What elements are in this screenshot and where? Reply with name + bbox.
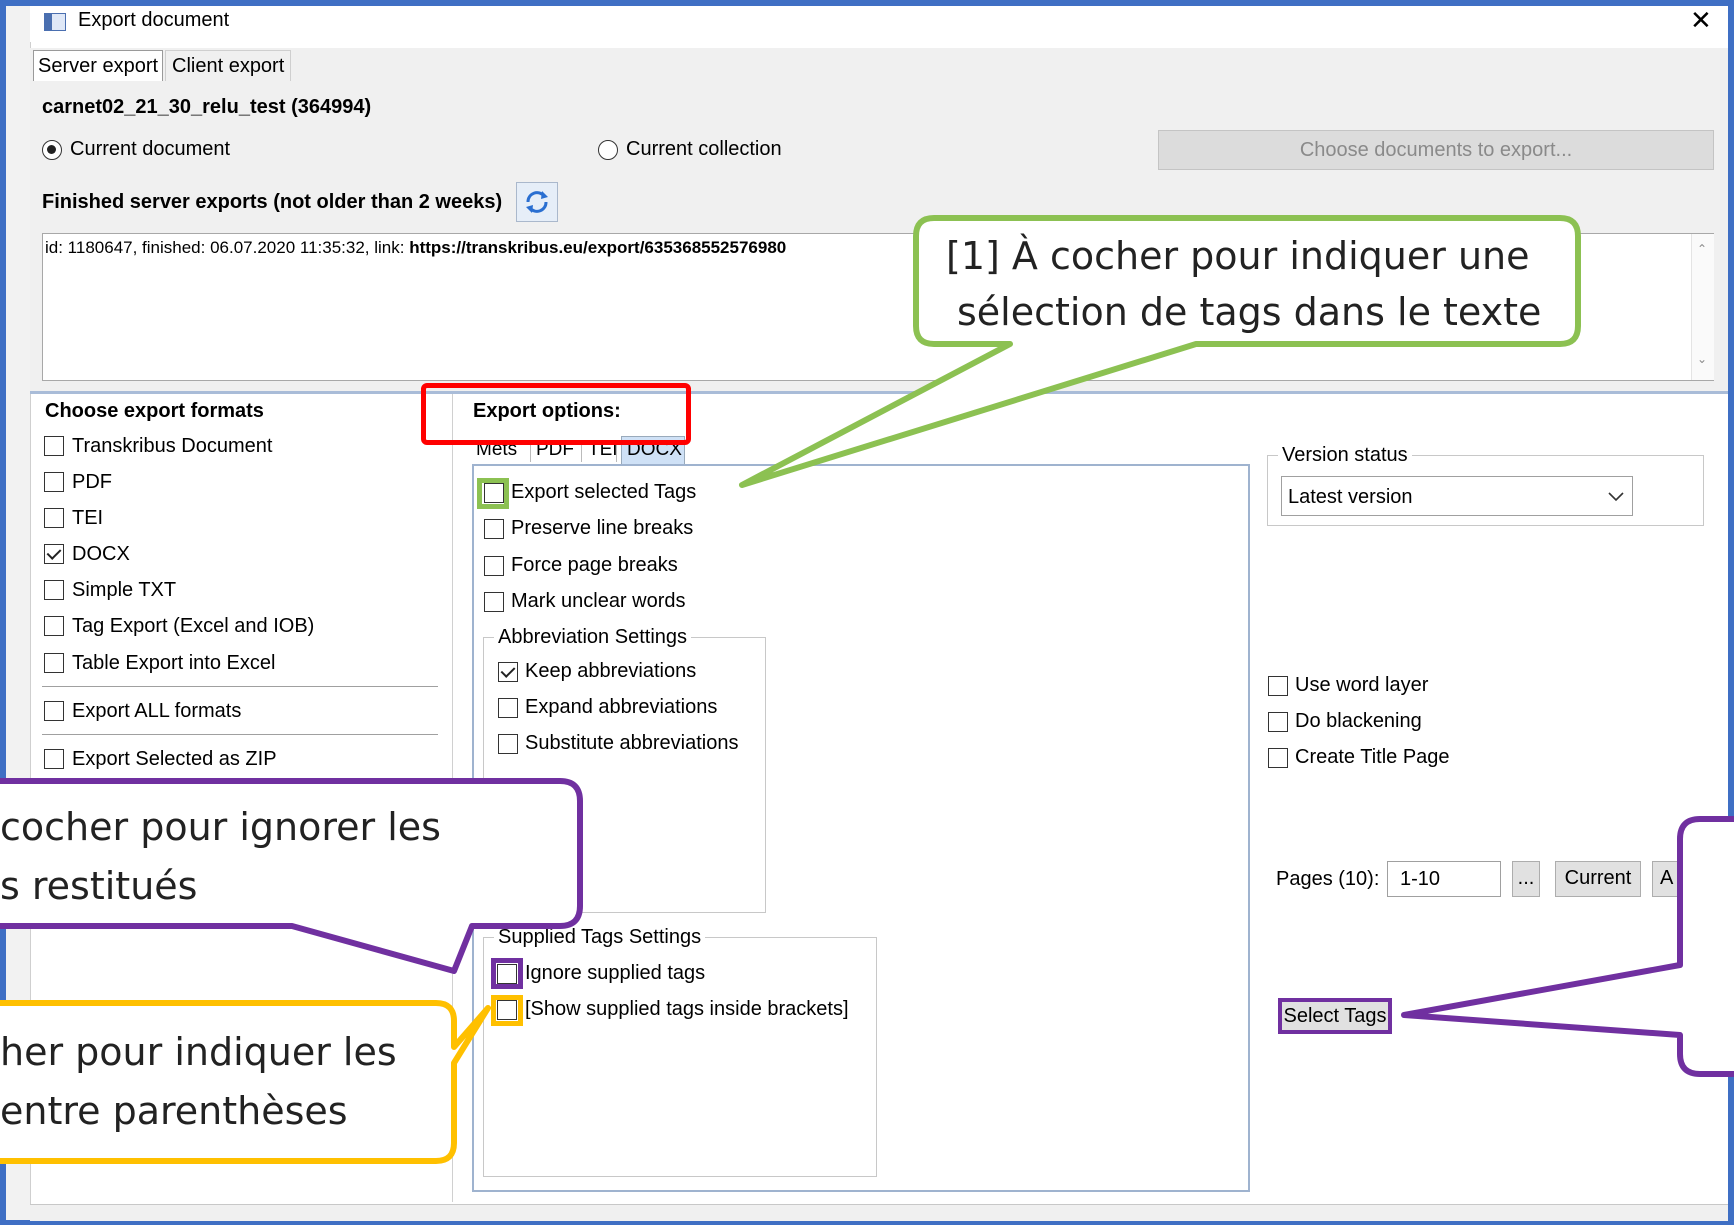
callout-purple-line-2: s restitués <box>0 864 198 908</box>
callout-orange-line-2: entre parenthèses <box>0 1089 348 1133</box>
callout-orange-line-1: her pour indiquer les <box>0 1030 397 1074</box>
callout-purple-right-shape <box>1401 816 1734 1077</box>
callout-purple-line-1: cocher pour ignorer les <box>0 805 441 849</box>
callout-green-line-2: sélection de tags dans le texte <box>957 290 1542 334</box>
callout-orange-shape <box>0 1000 491 1164</box>
callout-green-line-1: [1] À cocher pour indiquer une <box>946 234 1530 278</box>
